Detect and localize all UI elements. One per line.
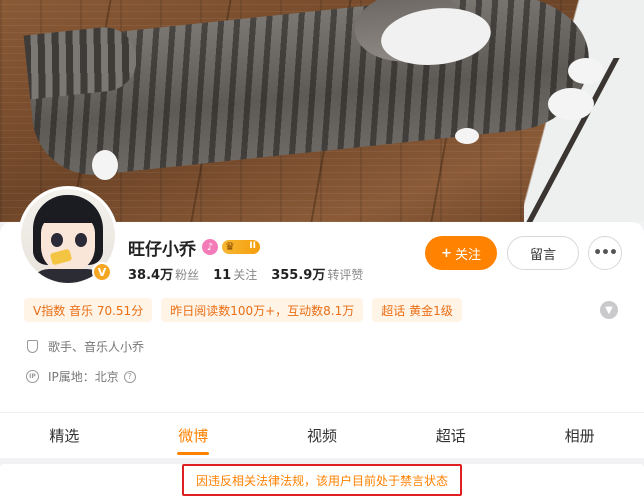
crown-level: II [249, 241, 256, 251]
tag-reads[interactable]: 昨日阅读数100万+，互动数8.1万 [161, 298, 364, 322]
following-label[interactable]: 关注 [233, 266, 257, 283]
stats-row: 38.4万 粉丝 11 关注 355.9万 转评赞 [128, 264, 377, 283]
plus-icon: + [441, 245, 452, 261]
bio-text: 歌手、音乐人小乔 [48, 340, 145, 354]
following-count[interactable]: 11 [213, 268, 231, 283]
profile-name: 旺仔小乔 [128, 239, 196, 260]
tags-row: V指数 音乐 70.51分 昨日阅读数100万+，互动数8.1万 超话 黄金1级 [24, 298, 471, 322]
more-options-icon[interactable]: ••• [588, 236, 622, 270]
ban-notice: 因违反相关法律法规，该用户目前处于禁言状态 [181, 464, 462, 496]
question-icon[interactable]: ? [123, 370, 136, 383]
tab-supertopic[interactable]: 超话 [386, 413, 515, 458]
chevron-down-icon[interactable]: ▼ [600, 301, 618, 319]
notice-area: 因违反相关法律法规，该用户目前处于禁言状态 [0, 464, 644, 500]
verified-icon: V [92, 262, 112, 282]
cover-photo [0, 0, 644, 222]
tab-weibo[interactable]: 微博 [129, 413, 258, 458]
fans-label[interactable]: 粉丝 [175, 266, 199, 283]
shield-icon [26, 340, 39, 353]
follow-button[interactable]: + 关注 [425, 236, 497, 270]
ip-icon: IP [26, 370, 39, 383]
profile-tabs: 精选 微博 视频 超话 相册 [0, 412, 644, 458]
bio-line: 歌手、音乐人小乔 [26, 338, 144, 355]
tab-video[interactable]: 视频 [258, 413, 387, 458]
music-note-icon[interactable]: ♪ [202, 239, 218, 255]
tag-v-index[interactable]: V指数 音乐 70.51分 [24, 298, 153, 322]
message-button[interactable]: 留言 [507, 236, 579, 270]
tab-album[interactable]: 相册 [515, 413, 644, 458]
engagement-count: 355.9万 [271, 268, 326, 283]
name-row: 旺仔小乔 ♪ ♛ II [128, 236, 260, 260]
follow-label: 关注 [454, 247, 481, 263]
ip-location: IP属地：北京 [48, 370, 119, 384]
engagement-label: 转评赞 [327, 268, 364, 282]
crown-icon[interactable]: ♛ II [222, 240, 260, 254]
tag-supertopic[interactable]: 超话 黄金1级 [372, 298, 462, 322]
tab-featured[interactable]: 精选 [0, 413, 129, 458]
fans-count[interactable]: 38.4万 [128, 264, 173, 283]
ip-line: IP IP属地：北京 ? [26, 368, 136, 385]
